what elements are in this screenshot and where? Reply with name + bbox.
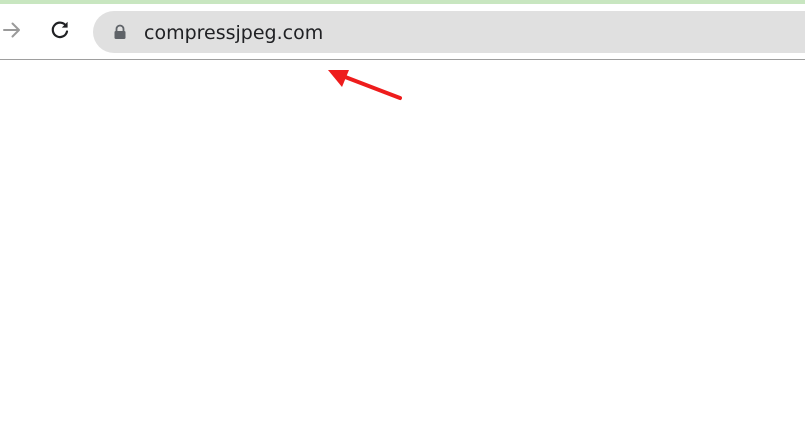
browser-window: compressjpeg.com	[0, 0, 805, 429]
reload-icon	[49, 19, 71, 46]
annotation-arrow	[328, 70, 402, 100]
reload-button[interactable]	[44, 16, 76, 48]
address-bar[interactable]: compressjpeg.com	[93, 11, 805, 53]
lock-icon[interactable]	[112, 24, 128, 40]
url-text[interactable]: compressjpeg.com	[144, 22, 323, 44]
browser-toolbar: compressjpeg.com	[0, 4, 805, 60]
forward-button[interactable]	[0, 16, 28, 48]
arrow-right-icon	[1, 19, 23, 46]
page-content	[0, 60, 805, 429]
